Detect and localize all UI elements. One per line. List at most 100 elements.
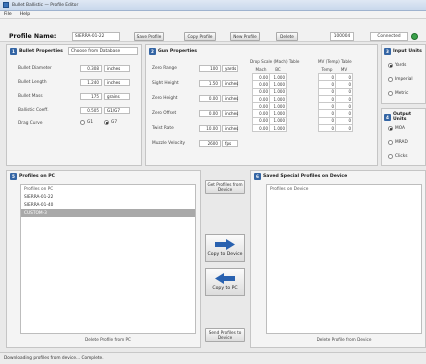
bullet-mass-unit[interactable]: grains [104,93,130,100]
table-cell[interactable]: 0 [318,87,336,96]
table-cell[interactable]: 0.00 [252,94,270,104]
copy-to-device-button[interactable]: Copy to Device [205,234,245,262]
output-moa-label: MOA [395,126,405,131]
zero-height-input[interactable]: 0.00 [199,95,221,102]
drag-g1-label: G1 [87,120,94,125]
units-metric-radio[interactable]: Metric [388,91,408,96]
arrow-left-icon [215,273,235,284]
list-header: Profiles on PC [24,186,54,192]
zero-range-input[interactable]: 100 [199,65,221,72]
table-row: 0.00 1.000 [252,102,287,111]
table-row: 0.00 1.000 [252,72,287,82]
copy-to-pc-button[interactable]: Copy to PC [205,268,245,296]
list-item-selected[interactable]: CUSTOM-3 [21,209,195,217]
drag-g1-radio[interactable]: G1 [80,120,93,125]
units-yards-radio[interactable]: Yards [388,63,406,68]
table-cell[interactable]: 0 [335,102,353,111]
zero-height-unit[interactable]: inches [222,95,238,102]
list-item[interactable]: SIERRA-01-40 [21,201,195,209]
new-profile-button[interactable]: New Profile [230,32,260,41]
ballistic-coeff-label: Ballistic Coeff. [18,108,49,113]
zero-range-unit[interactable]: yards [222,65,238,72]
ballistic-coeff-input[interactable]: 0.505 [80,107,102,114]
table-cell[interactable]: 0 [335,94,353,104]
profile-name-label: Profile Name: [9,33,57,40]
radio-icon [388,77,393,82]
profiles-device-list[interactable]: Profiles on Device [266,184,422,334]
list-item[interactable]: SIERRA-01-22 [21,193,195,201]
copy-profile-button[interactable]: Copy Profile [184,32,216,41]
bullet-database-dropdown[interactable]: Choose from Database [68,47,138,55]
output-clicks-label: Clicks [395,154,408,159]
table-cell[interactable]: 0.00 [252,124,270,133]
menu-help[interactable]: Help [20,12,30,17]
table-cell[interactable]: 0 [318,80,336,89]
mach-col-header: Mach [255,67,267,72]
drag-g7-radio[interactable]: G7 [104,120,117,125]
bullet-diameter-unit[interactable]: inches [104,65,130,72]
mv-table-header: Temp MV [319,66,353,74]
output-clicks-radio[interactable]: Clicks [388,154,407,159]
table-cell[interactable]: 0 [318,72,336,82]
zero-offset-input[interactable]: 0.00 [199,110,221,117]
table-cell[interactable]: 0 [335,80,353,89]
table-cell[interactable]: 1.000 [269,72,287,82]
table-cell[interactable]: 0.00 [252,102,270,111]
muzzle-velocity-input[interactable]: 2600 [199,140,221,147]
table-cell[interactable]: 0 [318,102,336,111]
window-titlebar: Bullet Ballistic — Profile Editor [0,0,426,11]
input-units-header: 3 Input Units [384,48,422,55]
table-row: 00 [318,87,353,96]
table-cell[interactable]: 1.000 [269,116,287,126]
bullet-length-label: Bullet Length [18,80,47,85]
table-cell[interactable]: 1.000 [269,87,287,96]
table-cell[interactable]: 1.000 [269,124,287,133]
table-cell[interactable]: 0.00 [252,80,270,89]
muzzle-velocity-unit[interactable]: fps [222,140,238,147]
output-moa-radio[interactable]: MOA [388,126,405,131]
units-imperial-radio[interactable]: Imperial [388,77,413,82]
menu-file[interactable]: File [4,12,12,17]
table-cell[interactable]: 0 [335,124,353,133]
output-mrad-radio[interactable]: MRAD [388,140,408,145]
table-cell[interactable]: 0 [335,72,353,82]
table-cell[interactable]: 0 [318,116,336,126]
table-cell[interactable]: 0.00 [252,109,270,118]
sight-height-input[interactable]: 1.50 [199,80,221,87]
delete-from-pc-button[interactable]: Delete Profile from PC [20,337,196,342]
table-row: 00 [318,124,353,133]
device-id-box: 100004 [330,32,354,41]
table-cell[interactable]: 0 [318,109,336,118]
table-cell[interactable]: 1.000 [269,102,287,111]
table-cell[interactable]: 1.000 [269,109,287,118]
sight-height-unit[interactable]: inches [222,80,238,87]
bullet-length-unit[interactable]: inches [104,79,130,86]
ballistic-coeff-unit[interactable]: G1/G7 [104,107,130,114]
radio-selected-icon [104,120,109,125]
bullet-length-input[interactable]: 1.240 [80,79,102,86]
twist-rate-unit[interactable]: inches [222,125,238,132]
table-cell[interactable]: 0 [318,124,336,133]
zero-offset-unit[interactable]: inches [222,110,238,117]
profiles-pc-list[interactable]: Profiles on PC SIERRA-01-22 SIERRA-01-40… [20,184,196,334]
get-profiles-from-device-button[interactable]: Get Profiles from Device [205,180,245,194]
table-cell[interactable]: 1.000 [269,80,287,89]
save-profile-button[interactable]: Save Profile [134,32,164,41]
delete-from-device-button[interactable]: Delete Profile from Device [266,337,422,342]
delete-profile-button[interactable]: Delete [276,32,298,41]
table-cell[interactable]: 0 [318,94,336,104]
bullet-mass-input[interactable]: 175 [80,93,102,100]
send-profiles-to-device-button[interactable]: Send Profiles to Device [205,328,245,342]
table-cell[interactable]: 0 [335,109,353,118]
table-cell[interactable]: 0 [335,116,353,126]
table-cell[interactable]: 0.00 [252,116,270,126]
table-cell[interactable]: 0 [335,87,353,96]
connection-indicator-icon [411,33,418,40]
step-number-badge: 1 [10,48,17,55]
twist-rate-input[interactable]: 10.00 [199,125,221,132]
table-cell[interactable]: 0.00 [252,87,270,96]
table-cell[interactable]: 1.000 [269,94,287,104]
table-cell[interactable]: 0.00 [252,72,270,82]
profile-name-input[interactable]: SIERRA-01-22 [72,32,120,41]
bullet-diameter-input[interactable]: 0.308 [80,65,102,72]
